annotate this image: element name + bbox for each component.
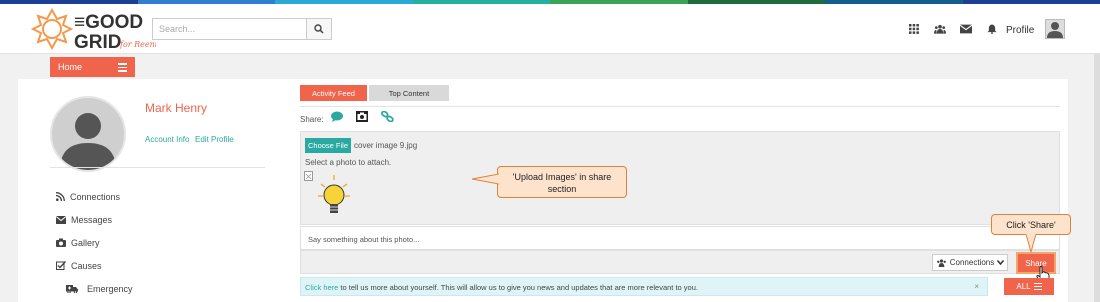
sidebar-item-label: Connections <box>70 191 121 202</box>
envelope-icon[interactable] <box>960 24 972 34</box>
apps-grid-icon[interactable] <box>908 24 920 34</box>
svg-text:GRID: GRID <box>74 32 122 52</box>
sidebar-item-label: Emergency <box>87 283 133 294</box>
profile-link[interactable]: Profile <box>1006 25 1034 36</box>
checkbox-icon <box>56 261 66 270</box>
page-scrollbar[interactable] <box>1094 54 1100 302</box>
share-label: Share: <box>300 115 324 124</box>
photo-thumbnail[interactable] <box>304 171 354 221</box>
camera-icon <box>56 238 66 247</box>
upload-images-callout: 'Upload Images' in share section <box>497 166 627 198</box>
link-icon[interactable] <box>381 111 394 122</box>
sidebar-item-label: Messages <box>71 214 113 225</box>
home-button[interactable]: Home <box>50 57 135 77</box>
ambulance-icon <box>66 285 78 293</box>
home-label: Home <box>58 62 83 72</box>
header-icons <box>908 24 998 34</box>
comment-icon[interactable] <box>331 111 343 122</box>
sidebar-item-gallery[interactable]: Gallery <box>56 231 133 254</box>
group-icon <box>936 258 946 267</box>
selected-file-name: cover image 9.jpg <box>354 141 418 150</box>
close-icon[interactable]: × <box>974 282 979 291</box>
user-icon <box>1047 22 1063 38</box>
profile-name: Mark Henry <box>145 101 208 115</box>
callout-pointer <box>1025 234 1037 252</box>
share-type-icons <box>331 111 394 122</box>
info-text: to tell us more about yourself. This wil… <box>338 283 698 292</box>
divider <box>50 167 265 168</box>
profile-info-banner: Click here to tell us more about yoursel… <box>300 277 988 296</box>
profile-avatar[interactable] <box>50 96 126 172</box>
search-input[interactable]: Search... <box>159 24 195 34</box>
account-info-link[interactable]: Account Info <box>145 135 189 144</box>
callout-text: section <box>547 184 577 194</box>
photo-caption-field[interactable]: Say something about this photo... <box>300 226 1060 250</box>
site-header: ≡GOOD GRID for Reentry Search... Profile <box>0 4 1100 54</box>
filter-label: ALL <box>1016 282 1031 291</box>
user-silhouette-icon <box>60 113 116 170</box>
sidebar-item-connections[interactable]: Connections <box>56 185 133 208</box>
select-photo-hint: Select a photo to attach. <box>305 158 392 167</box>
hamburger-icon <box>118 63 127 74</box>
edit-profile-link[interactable]: Edit Profile <box>195 135 234 144</box>
sidebar-item-label: Causes <box>71 260 102 271</box>
envelope-icon <box>56 215 66 224</box>
callout-pointer <box>472 173 499 185</box>
camera-icon[interactable] <box>356 111 368 122</box>
site-logo[interactable]: ≡GOOD GRID for Reentry <box>30 6 167 53</box>
chevron-down-icon <box>997 260 1005 265</box>
top-nav: Home <box>0 55 1100 79</box>
tab-activity-feed[interactable]: Activity Feed <box>300 85 367 101</box>
avatar[interactable] <box>1045 19 1065 39</box>
bell-icon[interactable] <box>986 24 998 34</box>
sidebar-nav: Connections Messages Gallery Causes Emer… <box>56 185 133 300</box>
sidebar-item-emergency[interactable]: Emergency <box>56 277 133 300</box>
tab-top-content[interactable]: Top Content <box>368 85 449 101</box>
caption-placeholder: Say something about this photo... <box>308 235 420 244</box>
sidebar-item-messages[interactable]: Messages <box>56 208 133 231</box>
audience-label: Connections <box>949 258 995 267</box>
feed-tabs: Activity Feed Top Content <box>300 85 449 101</box>
sidebar-item-label: Gallery <box>71 237 100 248</box>
info-link[interactable]: Click here <box>305 283 338 292</box>
svg-text:≡GOOD: ≡GOOD <box>74 12 143 33</box>
audience-dropdown[interactable]: Connections <box>932 254 1008 271</box>
search-icon <box>314 24 324 34</box>
filter-all-button[interactable]: ALL <box>1004 278 1054 295</box>
choose-file-button[interactable]: Choose File <box>305 138 351 153</box>
divider <box>300 106 1060 107</box>
rss-icon <box>56 192 65 201</box>
search-box[interactable]: Search... <box>152 18 332 40</box>
click-share-callout: Click 'Share' <box>991 214 1071 235</box>
svg-text:for Reentry: for Reentry <box>119 40 156 49</box>
sidebar-item-causes[interactable]: Causes <box>56 254 133 277</box>
search-button[interactable] <box>306 19 331 39</box>
group-icon[interactable] <box>934 24 946 34</box>
hamburger-icon <box>1033 282 1042 291</box>
callout-text: 'Upload Images' in share <box>512 172 612 182</box>
